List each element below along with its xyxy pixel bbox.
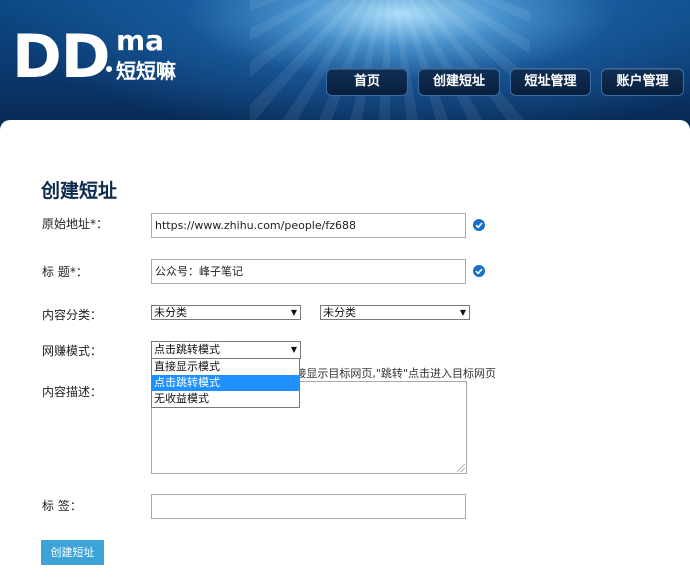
category-primary-value: 未分类 xyxy=(154,306,187,319)
earn-mode-dropdown: 直接显示模式 点击跳转模式 无收益模式 xyxy=(151,358,300,408)
earn-mode-option-direct[interactable]: 直接显示模式 xyxy=(152,359,299,375)
logo[interactable]: DD ma 短短嘛 xyxy=(12,22,192,92)
check-circle-icon xyxy=(473,265,485,277)
nav-home[interactable]: 首页 xyxy=(326,68,408,96)
triangle-down-icon: ▼ xyxy=(290,308,297,317)
earn-mode-select[interactable]: 点击跳转模式 ▼ xyxy=(151,341,301,359)
original-url-label: 原始地址*： xyxy=(42,217,109,231)
nav-account[interactable]: 账户管理 xyxy=(601,68,684,96)
triangle-down-icon: ▼ xyxy=(290,345,297,354)
category-primary-select[interactable]: 未分类 ▼ xyxy=(151,305,301,320)
description-label: 内容描述： xyxy=(42,385,103,399)
logo-suffix: ma xyxy=(116,24,165,57)
logo-dot-icon xyxy=(106,66,112,72)
page-title: 创建短址 xyxy=(41,180,118,202)
earn-mode-option-none[interactable]: 无收益模式 xyxy=(152,391,299,407)
logo-mark: DD xyxy=(12,22,111,92)
resize-handle-icon[interactable] xyxy=(457,464,465,472)
category-secondary-select[interactable]: 未分类 ▼ xyxy=(320,305,470,320)
check-circle-icon xyxy=(473,219,485,231)
nav-create-short-url[interactable]: 创建短址 xyxy=(418,68,500,96)
tags-label: 标 签： xyxy=(42,499,82,513)
header-banner: DD ma 短短嘛 首页 创建短址 短址管理 账户管理 xyxy=(0,0,690,140)
title-label: 标 题*： xyxy=(42,265,88,279)
tags-input[interactable] xyxy=(151,494,466,519)
earn-mode-option-click[interactable]: 点击跳转模式 xyxy=(152,375,299,391)
earn-mode-value: 点击跳转模式 xyxy=(154,343,220,356)
logo-name: 短短嘛 xyxy=(116,59,176,83)
title-input[interactable]: 公众号：峰子笔记 xyxy=(151,259,466,284)
triangle-down-icon: ▼ xyxy=(459,308,466,317)
earn-mode-label: 网赚模式： xyxy=(42,344,103,358)
nav-manage-short-urls[interactable]: 短址管理 xyxy=(510,68,591,96)
original-url-input[interactable]: https://www.zhihu.com/people/fz688 xyxy=(151,213,466,238)
category-secondary-value: 未分类 xyxy=(323,306,356,319)
category-label: 内容分类： xyxy=(42,308,103,322)
create-short-url-button[interactable]: 创建短址 xyxy=(41,540,104,565)
